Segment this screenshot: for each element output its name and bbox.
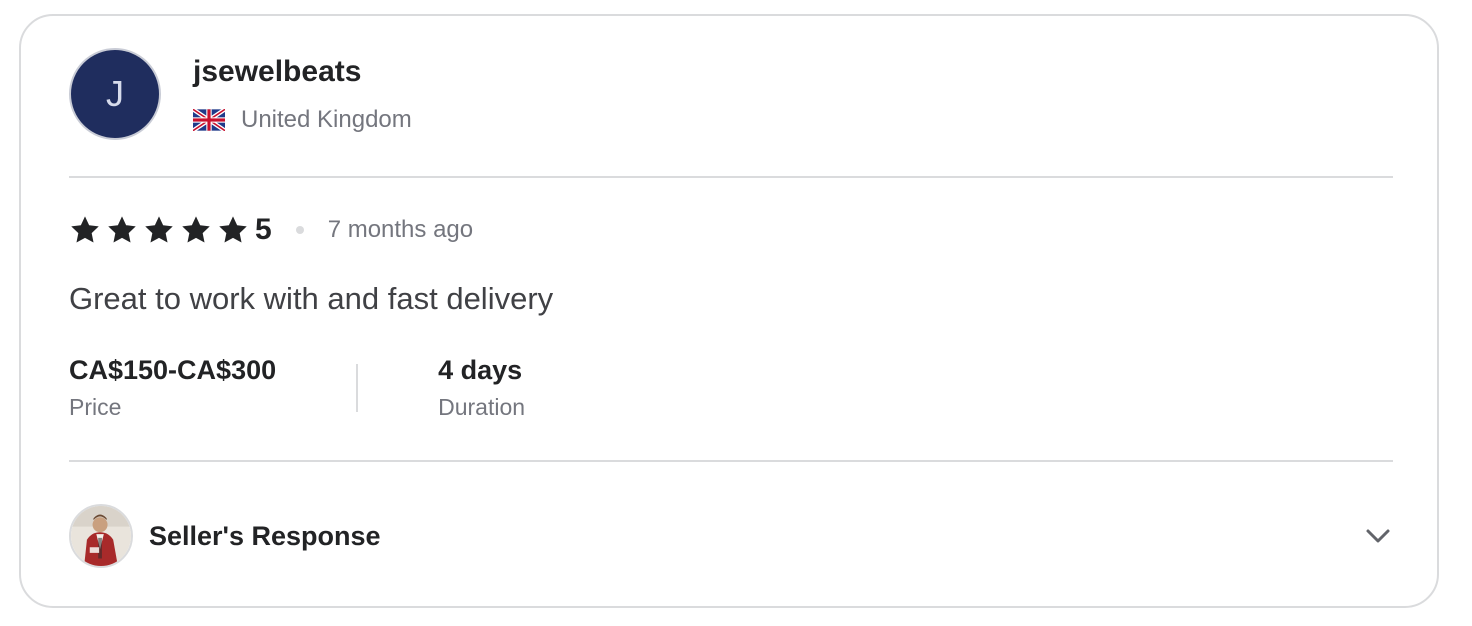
duration-label: Duration (438, 394, 526, 420)
star-icon (219, 216, 247, 243)
review-text: Great to work with and fast delivery (69, 281, 554, 316)
star-rating (69, 214, 249, 246)
reviewer-info: jsewelbeats United Kingdom (193, 52, 412, 134)
reviewer-username[interactable]: jsewelbeats (193, 52, 412, 92)
chevron-down-icon[interactable] (1363, 521, 1393, 551)
divider (69, 176, 1393, 178)
price-label: Price (69, 394, 122, 420)
separator-dot (295, 226, 304, 234)
star-icon (71, 216, 99, 243)
duration-block: 4 days Duration (438, 352, 525, 421)
price-block: CA$150-CA$300 Price (69, 352, 276, 421)
uk-flag-icon (193, 109, 225, 131)
star-icon (145, 216, 173, 243)
price-value: CA$150-CA$300 (69, 355, 277, 385)
country-name: United Kingdom (241, 106, 412, 133)
reviewer-country: United Kingdom (193, 106, 412, 134)
star-icon (108, 216, 136, 243)
order-meta: CA$150-CA$300 Price 4 days Duration (69, 352, 525, 421)
star-icon (182, 216, 210, 243)
reviewer-avatar[interactable]: J (69, 48, 161, 140)
review-time: 7 months ago (327, 216, 474, 243)
meta-separator (356, 364, 359, 412)
seller-response-toggle[interactable]: Seller's Response (69, 504, 1393, 568)
seller-response-label: Seller's Response (149, 520, 381, 551)
duration-value: 4 days (438, 355, 523, 385)
divider (69, 460, 1393, 462)
rating-value: 5 (255, 213, 272, 246)
reviewer-header: J jsewelbeats United Kingdom (69, 48, 412, 140)
avatar-initial: J (106, 73, 124, 114)
review-card: J jsewelbeats United Kingdom 5 7 months … (19, 14, 1439, 608)
seller-avatar (69, 504, 133, 568)
rating-row: 5 7 months ago (69, 212, 473, 248)
